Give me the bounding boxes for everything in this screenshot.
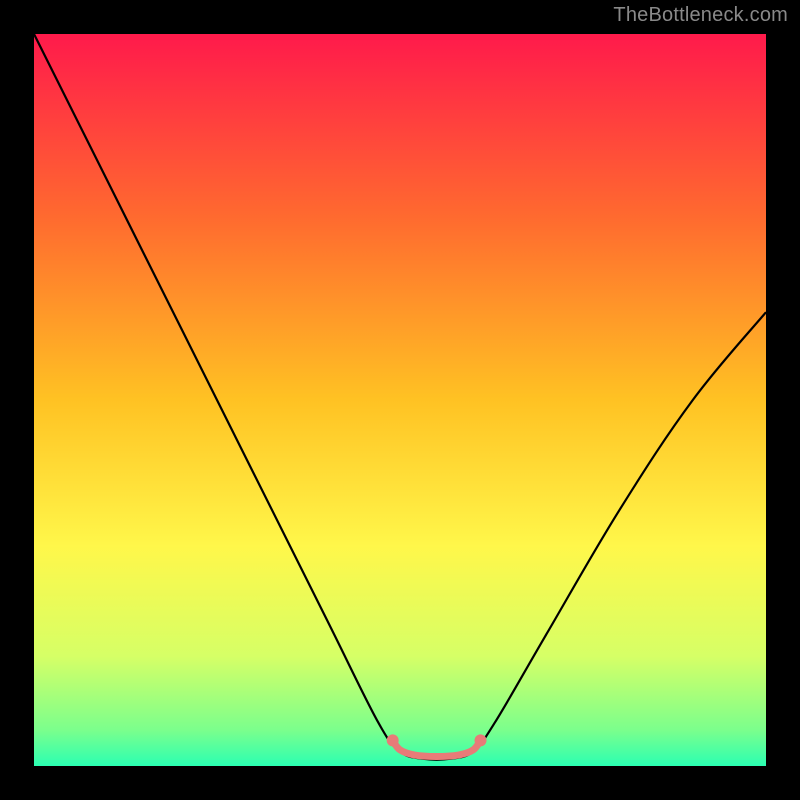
plot-background <box>34 34 766 766</box>
bottleneck-chart <box>0 0 800 800</box>
chart-frame: TheBottleneck.com <box>0 0 800 800</box>
watermark-text: TheBottleneck.com <box>613 4 788 27</box>
flat-segment-endpoint <box>475 734 487 746</box>
flat-segment-endpoint <box>387 734 399 746</box>
